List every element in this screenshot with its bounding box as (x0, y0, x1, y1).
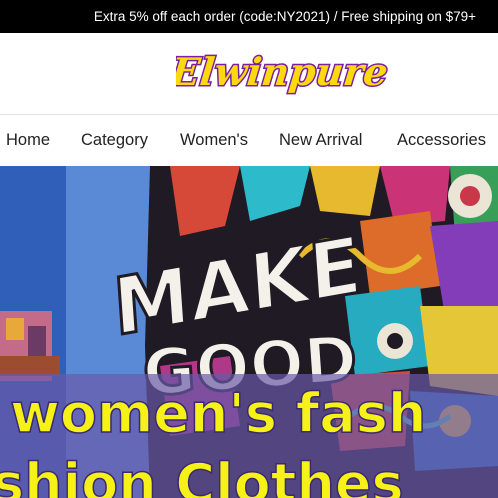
header: Elwinpure (0, 33, 498, 115)
announcement-text: Extra 5% off each order (code:NY2021) / … (93, 9, 476, 24)
nav-item-accessories[interactable]: Accessories (397, 115, 486, 166)
hero-headline-line1: women's fash (10, 382, 426, 445)
nav-item-new-arrival[interactable]: New Arrival (279, 115, 362, 166)
nav-item-home[interactable]: Home (6, 115, 50, 166)
hero-banner[interactable]: MAKE GOOD women's fash shion Clothes (0, 166, 498, 498)
main-nav: Home Category Women's New Arrival Access… (0, 115, 498, 166)
announcement-bar: Extra 5% off each order (code:NY2021) / … (0, 0, 498, 33)
brand-logo-text: Elwinpure (176, 49, 388, 94)
hero-headline-line2: shion Clothes (0, 452, 404, 498)
hero-image: MAKE GOOD women's fash shion Clothes (0, 166, 498, 498)
nav-item-category[interactable]: Category (81, 115, 148, 166)
nav-item-womens[interactable]: Women's (180, 115, 248, 166)
brand-logo[interactable]: Elwinpure (176, 47, 388, 99)
